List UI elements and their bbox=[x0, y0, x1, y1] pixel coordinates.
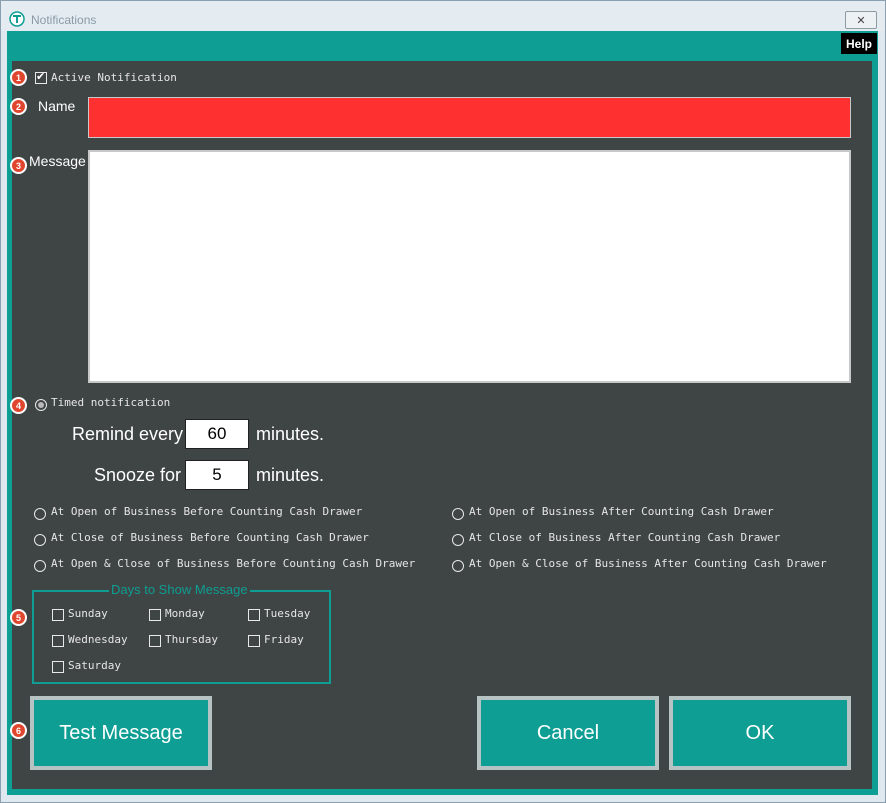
day-checkbox-monday[interactable] bbox=[149, 609, 161, 621]
top-strip bbox=[8, 32, 877, 54]
ok-button[interactable]: OK bbox=[669, 696, 851, 770]
day-checkbox-sunday[interactable] bbox=[52, 609, 64, 621]
close-icon: ✕ bbox=[856, 13, 866, 27]
cancel-button[interactable]: Cancel bbox=[477, 696, 659, 770]
marker-4-icon: 4 bbox=[10, 397, 27, 414]
schedule-label-close-after: At Close of Business After Counting Cash… bbox=[469, 531, 781, 544]
snooze-suffix-label: minutes. bbox=[256, 465, 325, 485]
days-group-title: Days to Show Message bbox=[109, 582, 250, 597]
day-label-sunday: Sunday bbox=[68, 607, 108, 620]
day-label-monday: Monday bbox=[165, 607, 205, 620]
day-checkbox-saturday[interactable] bbox=[52, 661, 64, 673]
day-checkbox-thursday[interactable] bbox=[149, 635, 161, 647]
day-checkbox-wednesday[interactable] bbox=[52, 635, 64, 647]
timed-notification-label: Timed notification bbox=[51, 396, 171, 409]
day-label-tuesday: Tuesday bbox=[264, 607, 311, 620]
snooze-minutes-input[interactable] bbox=[185, 460, 249, 490]
schedule-radio-open-after[interactable] bbox=[452, 508, 464, 520]
marker-6-icon: 6 bbox=[10, 722, 27, 739]
title-bar: Notifications ✕ bbox=[1, 1, 885, 31]
day-checkbox-friday[interactable] bbox=[248, 635, 260, 647]
day-label-friday: Friday bbox=[264, 633, 304, 646]
active-notification-checkbox[interactable] bbox=[35, 70, 47, 84]
timed-notification-radio[interactable] bbox=[35, 399, 47, 411]
marker-5-icon: 5 bbox=[10, 609, 27, 626]
schedule-label-open-after: At Open of Business After Counting Cash … bbox=[469, 505, 774, 518]
schedule-radio-open-close-after[interactable] bbox=[452, 560, 464, 572]
day-checkbox-tuesday[interactable] bbox=[248, 609, 260, 621]
name-label: Name bbox=[38, 98, 76, 114]
close-button[interactable]: ✕ bbox=[845, 11, 877, 29]
marker-2-icon: 2 bbox=[10, 98, 27, 115]
schedule-label-open-before: At Open of Business Before Counting Cash… bbox=[51, 505, 363, 518]
test-message-button[interactable]: Test Message bbox=[30, 696, 212, 770]
day-label-thursday: Thursday bbox=[165, 633, 218, 646]
day-label-saturday: Saturday bbox=[68, 659, 121, 672]
marker-3-icon: 3 bbox=[10, 157, 27, 174]
day-label-wednesday: Wednesday bbox=[68, 633, 128, 646]
schedule-radio-open-close-before[interactable] bbox=[34, 560, 46, 572]
message-textarea[interactable] bbox=[88, 150, 851, 383]
window-title: Notifications bbox=[31, 13, 97, 27]
snooze-prefix-label: Snooze for bbox=[94, 465, 182, 485]
remind-prefix-label: Remind every bbox=[72, 424, 184, 444]
schedule-radio-close-after[interactable] bbox=[452, 534, 464, 546]
schedule-radio-close-before[interactable] bbox=[34, 534, 46, 546]
schedule-radio-open-before[interactable] bbox=[34, 508, 46, 520]
marker-1-icon: 1 bbox=[10, 69, 27, 86]
schedule-label-open-close-before: At Open & Close of Business Before Count… bbox=[51, 557, 416, 570]
remind-suffix-label: minutes. bbox=[256, 424, 325, 444]
help-button[interactable]: Help bbox=[841, 33, 877, 54]
remind-minutes-input[interactable] bbox=[185, 419, 249, 449]
schedule-label-open-close-after: At Open & Close of Business After Counti… bbox=[469, 557, 827, 570]
name-input[interactable] bbox=[88, 97, 851, 138]
active-notification-label: Active Notification bbox=[51, 71, 177, 84]
app-logo-icon bbox=[9, 11, 25, 27]
message-label: Message bbox=[29, 153, 86, 169]
schedule-label-close-before: At Close of Business Before Counting Cas… bbox=[51, 531, 369, 544]
